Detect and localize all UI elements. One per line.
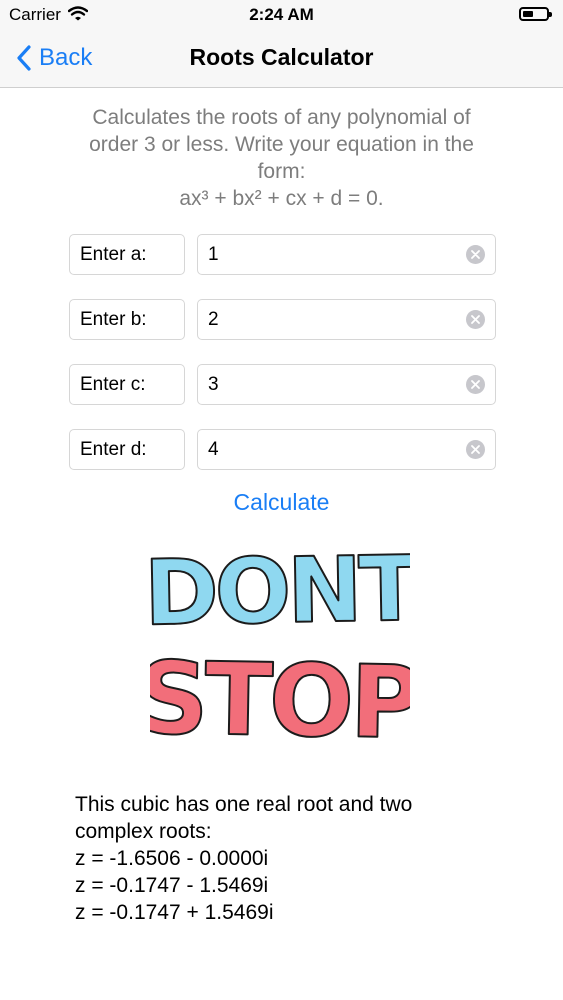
result-text: This cubic has one real root and two com… [75,791,515,926]
coefficient-row-d: Enter d: [69,429,496,470]
result-line: This cubic has one real root and two [75,793,413,816]
equation-form: ax³ + bx² + cx + d = 0. [179,187,384,210]
coefficient-field-c[interactable] [197,364,496,405]
coefficient-input-b[interactable] [208,300,458,339]
status-time: 2:24 AM [249,5,314,24]
coefficient-row-a: Enter a: [69,234,496,275]
result-root: z = -0.1747 - 1.5469i [75,874,269,897]
coefficient-field-d[interactable] [197,429,496,470]
description-line: Calculates the roots of any polynomial o… [92,106,471,129]
status-bar: Carrier 2:24 AM [0,0,563,30]
clear-icon[interactable] [466,375,485,394]
clear-icon[interactable] [466,440,485,459]
coefficient-field-a[interactable] [197,234,496,275]
coefficient-field-b[interactable] [197,299,496,340]
dont-text: DONT [150,540,410,646]
coefficient-label-c: Enter c: [69,364,185,405]
clear-icon[interactable] [466,310,485,329]
coefficient-input-a[interactable] [208,235,458,274]
dont-stop-image: DONT STOP [150,540,410,755]
result-line: complex roots: [75,820,212,843]
navigation-bar: Back Roots Calculator [0,30,563,88]
coefficient-input-d[interactable] [208,430,458,469]
coefficient-input-c[interactable] [208,365,458,404]
coefficient-row-b: Enter b: [69,299,496,340]
page-title: Roots Calculator [189,44,374,70]
coefficient-label-a: Enter a: [69,234,185,275]
calculate-button[interactable]: Calculate [0,489,563,516]
coefficient-row-c: Enter c: [69,364,496,405]
clear-icon[interactable] [466,245,485,264]
description-line: form: [257,160,306,183]
description-text: Calculates the roots of any polynomial o… [60,104,503,212]
coefficient-label-d: Enter d: [69,429,185,470]
result-root: z = -0.1747 + 1.5469i [75,901,274,924]
battery-icon [519,7,552,21]
description-line: order 3 or less. Write your equation in … [89,133,474,156]
result-root: z = -1.6506 - 0.0000i [75,847,269,870]
coefficient-label-b: Enter b: [69,299,185,340]
stop-text: STOP [150,640,410,755]
